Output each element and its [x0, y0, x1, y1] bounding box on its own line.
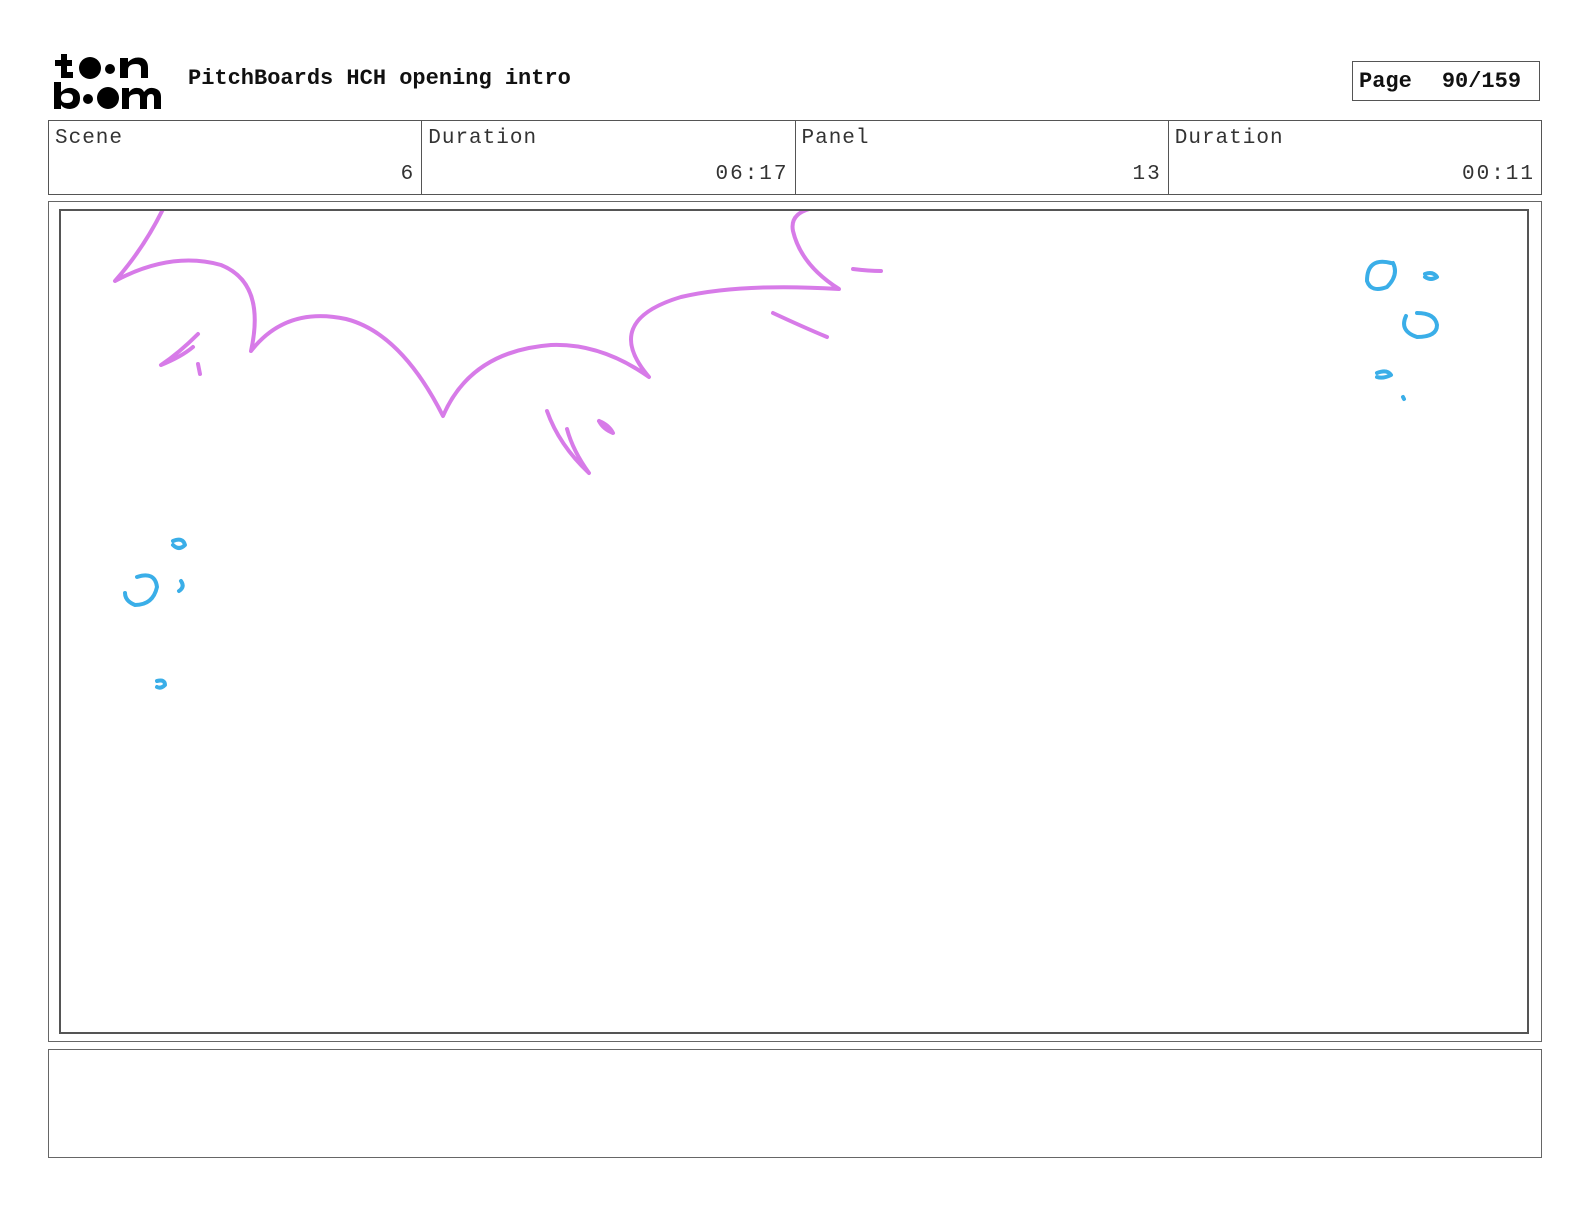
- cloud-stroke: [159, 332, 200, 367]
- bubble: [1375, 369, 1393, 380]
- document-title: PitchBoards HCH opening intro: [188, 66, 571, 91]
- panel-canvas: [59, 209, 1529, 1034]
- bubble-sketch: [123, 259, 1439, 690]
- bubble: [1365, 259, 1397, 291]
- panel-label: Panel: [801, 127, 870, 150]
- bubble: [1402, 311, 1439, 339]
- panel-duration-label: Duration: [1174, 127, 1284, 150]
- bubble: [155, 678, 167, 690]
- scene-value: 6: [400, 163, 416, 186]
- page-label: Page: [1359, 68, 1412, 94]
- cloud-stroke: [771, 311, 829, 339]
- cloud-stroke: [597, 419, 615, 435]
- bubble: [1401, 395, 1406, 401]
- panel-duration-value: 00:11: [1461, 163, 1535, 186]
- panel-duration-cell: Duration 00:11: [1169, 121, 1541, 194]
- bubble: [123, 573, 159, 607]
- scene-label: Scene: [55, 127, 124, 150]
- panel-value: 13: [1132, 163, 1162, 186]
- scene-info-table: Scene 6 Duration 06:17 Panel 13 Duration…: [48, 120, 1542, 195]
- bubble: [177, 579, 185, 593]
- page-indicator: Page 90/159: [1352, 61, 1540, 101]
- panel-frame: [48, 201, 1542, 1042]
- scene-duration-cell: Duration 06:17: [422, 121, 796, 194]
- scene-duration-label: Duration: [428, 127, 538, 150]
- cloud-stroke: [851, 267, 883, 273]
- bubble: [1423, 271, 1439, 281]
- cloud-sketch: [113, 211, 883, 475]
- cloud-stroke: [545, 409, 591, 475]
- toon-boom-logo: [52, 52, 164, 112]
- scene-duration-value: 06:17: [715, 163, 789, 186]
- bubble: [171, 537, 187, 550]
- panel-cell: Panel 13: [796, 121, 1169, 194]
- cloud-outline: [113, 211, 841, 418]
- page-number: 90/159: [1441, 68, 1522, 94]
- cloud-stroke: [196, 362, 202, 376]
- panel-sketch: [113, 211, 1439, 690]
- scene-cell: Scene 6: [49, 121, 423, 194]
- notes-box: [48, 1049, 1542, 1158]
